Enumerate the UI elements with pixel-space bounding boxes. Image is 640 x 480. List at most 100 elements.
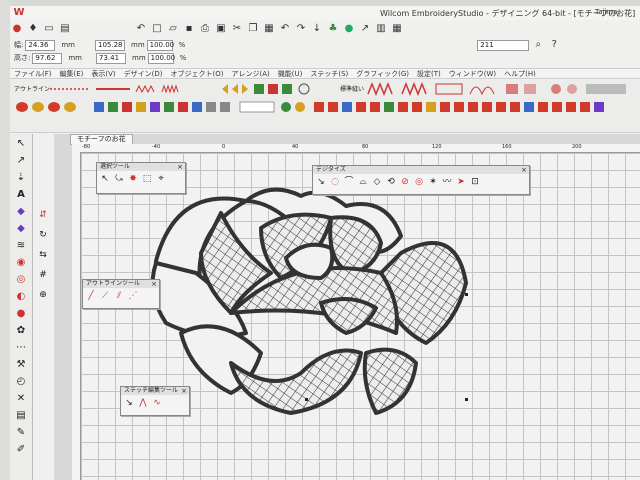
machine-icon[interactable]: ♣ <box>326 22 340 36</box>
circle-digitize-icon[interactable]: ◌ <box>329 176 341 188</box>
menu-object[interactable]: オブジェクト(O) <box>171 69 224 78</box>
mirror-icon[interactable]: ⇆ <box>34 246 52 264</box>
close-icon[interactable]: × <box>181 387 187 395</box>
menu-help[interactable]: ヘルプ(H) <box>504 69 536 78</box>
sequin-tool-icon[interactable]: ◐ <box>14 290 28 304</box>
cut-icon[interactable]: ✂ <box>230 22 244 36</box>
applique-tool-icon[interactable]: ◎ <box>14 273 28 287</box>
menu-view[interactable]: 表示(V) <box>91 69 115 78</box>
text-tool-icon[interactable]: A <box>14 188 28 202</box>
bead-tool-icon[interactable]: ● <box>14 307 28 321</box>
star-icon[interactable]: ✶ <box>427 176 439 188</box>
outline-types-strip[interactable] <box>50 83 200 95</box>
width-field[interactable]: 24.36 <box>25 39 56 51</box>
knife-tool-icon[interactable]: ⚒ <box>14 358 28 372</box>
w2-field[interactable]: 105.28 <box>95 39 125 51</box>
new-doc-icon[interactable]: □ <box>150 22 164 36</box>
bezier-icon[interactable]: ⟲ <box>385 176 397 188</box>
new-file-icon[interactable]: ▭ <box>42 22 56 36</box>
design-canvas[interactable] <box>81 153 640 480</box>
mesh-tool-icon[interactable]: ✕ <box>14 392 28 406</box>
node-icon[interactable]: ⇣ <box>14 171 28 185</box>
help-icon[interactable]: ? <box>547 38 561 52</box>
scale-h-field[interactable]: 100.00 <box>147 52 175 64</box>
stitch-arrow-icon[interactable]: ↘ <box>123 397 135 409</box>
menu-design[interactable]: デザイン(D) <box>124 69 163 78</box>
edit-tool-icon[interactable]: ⋯ <box>14 341 28 355</box>
stitch-count-field[interactable]: 211 <box>477 39 530 51</box>
balloon-icon[interactable]: ♦ <box>26 22 40 36</box>
scale-icon[interactable]: ⇵ <box>34 206 52 224</box>
node-edit-icon[interactable]: ⊡ <box>469 176 481 188</box>
export-icon[interactable]: ↗ <box>358 22 372 36</box>
brush-tool-icon[interactable]: ✐ <box>14 443 28 457</box>
menu-stitch[interactable]: ステッチ(S) <box>310 69 348 78</box>
save-icon[interactable]: ▪ <box>182 22 196 36</box>
run-stitch-icon[interactable]: ╱ <box>85 290 97 302</box>
wilcom-menu-icon[interactable]: ● <box>10 22 24 36</box>
wave-icon[interactable]: 〰 <box>441 176 453 188</box>
freehand-icon[interactable]: ↘ <box>315 176 327 188</box>
close-icon[interactable]: × <box>521 166 527 174</box>
height-field[interactable]: 97.62 <box>32 52 63 64</box>
fill-tool-icon[interactable]: ◆ <box>14 222 28 236</box>
stitch-count-icon[interactable]: # <box>34 266 52 284</box>
stitch-wave-icon[interactable]: ∿ <box>151 397 163 409</box>
scale-w-field[interactable]: 100.00 <box>146 39 174 51</box>
shape-icon[interactable]: ◇ <box>371 176 383 188</box>
curve-icon[interactable]: ⌓ <box>357 176 369 188</box>
menu-window[interactable]: ウィンドウ(W) <box>449 69 496 78</box>
satin-stitch-icon[interactable]: ⫽ <box>113 290 125 302</box>
triple-stitch-icon[interactable]: ⟋ <box>99 290 111 302</box>
open-doc-icon[interactable]: ▱ <box>166 22 180 36</box>
rose-embroidery-design[interactable] <box>81 153 640 480</box>
fill-types-strip[interactable] <box>366 82 636 96</box>
flower-tool-icon[interactable]: ✿ <box>14 324 28 338</box>
zoom-icon[interactable]: ⊕ <box>34 286 52 304</box>
point-icon[interactable]: ⌒ <box>343 176 355 188</box>
menu-function[interactable]: 機能(U) <box>278 69 303 78</box>
menu-file[interactable]: ファイル(F) <box>14 69 52 78</box>
polygon-select-icon[interactable]: ⬚ <box>141 173 153 185</box>
h2-field[interactable]: 73.41 <box>96 52 126 64</box>
object-tools-strip[interactable] <box>14 100 636 114</box>
close-icon[interactable]: × <box>177 163 183 171</box>
menu-settings[interactable]: 設定(T) <box>417 69 441 78</box>
circle-tool-icon[interactable]: ◉ <box>14 256 28 270</box>
redo-icon[interactable]: ↷ <box>294 22 308 36</box>
menu-graphic[interactable]: グラフィック(G) <box>356 69 409 78</box>
rotate-icon[interactable]: ↻ <box>34 226 52 244</box>
blanket-stitch-icon[interactable]: ⋰ <box>127 290 139 302</box>
color-icon[interactable]: ● <box>342 22 356 36</box>
stop-icon[interactable]: ⊘ <box>399 176 411 188</box>
lasso-icon[interactable]: ⤿ <box>113 173 125 185</box>
select-arrow-icon[interactable]: ↖ <box>99 173 111 185</box>
view-icon[interactable]: ▦ <box>390 22 404 36</box>
layout-icon[interactable]: ▥ <box>374 22 388 36</box>
menu-edit[interactable]: 編集(E) <box>60 69 84 78</box>
subtract-select-icon[interactable]: ⌖ <box>155 173 167 185</box>
compass-tool-icon[interactable]: ◴ <box>14 375 28 389</box>
arrow-icon[interactable]: ➤ <box>455 176 467 188</box>
point-select-icon[interactable]: ✸ <box>127 173 139 185</box>
shape-tool-icon[interactable]: ◆ <box>14 205 28 219</box>
print-preview-icon[interactable]: ▣ <box>214 22 228 36</box>
arrange-tool-icon[interactable]: ▤ <box>14 409 28 423</box>
menu-arrange[interactable]: アレンジ(A) <box>232 69 270 78</box>
paste-icon[interactable]: ▦ <box>262 22 276 36</box>
reshape-icon[interactable]: ↗ <box>14 154 28 168</box>
undo-group-icon[interactable]: ↶ <box>134 22 148 36</box>
undo-icon[interactable]: ↶ <box>278 22 292 36</box>
search-icon[interactable]: ⌕ <box>531 38 545 52</box>
open-file-icon[interactable]: ▤ <box>58 22 72 36</box>
copy-icon[interactable]: ❐ <box>246 22 260 36</box>
sequin-icon[interactable]: ◎ <box>413 176 425 188</box>
stitch-zigzag-icon[interactable]: ⋀ <box>137 397 149 409</box>
print-icon[interactable]: ⎙ <box>198 22 212 36</box>
select-icon[interactable]: ↓ <box>310 22 324 36</box>
select-arrow-icon[interactable]: ↖ <box>14 137 28 151</box>
stitch-tool-icon[interactable]: ≋ <box>14 239 28 253</box>
align-tools-strip[interactable] <box>220 82 320 96</box>
pen-tool-icon[interactable]: ✎ <box>14 426 28 440</box>
close-icon[interactable]: × <box>151 280 157 288</box>
